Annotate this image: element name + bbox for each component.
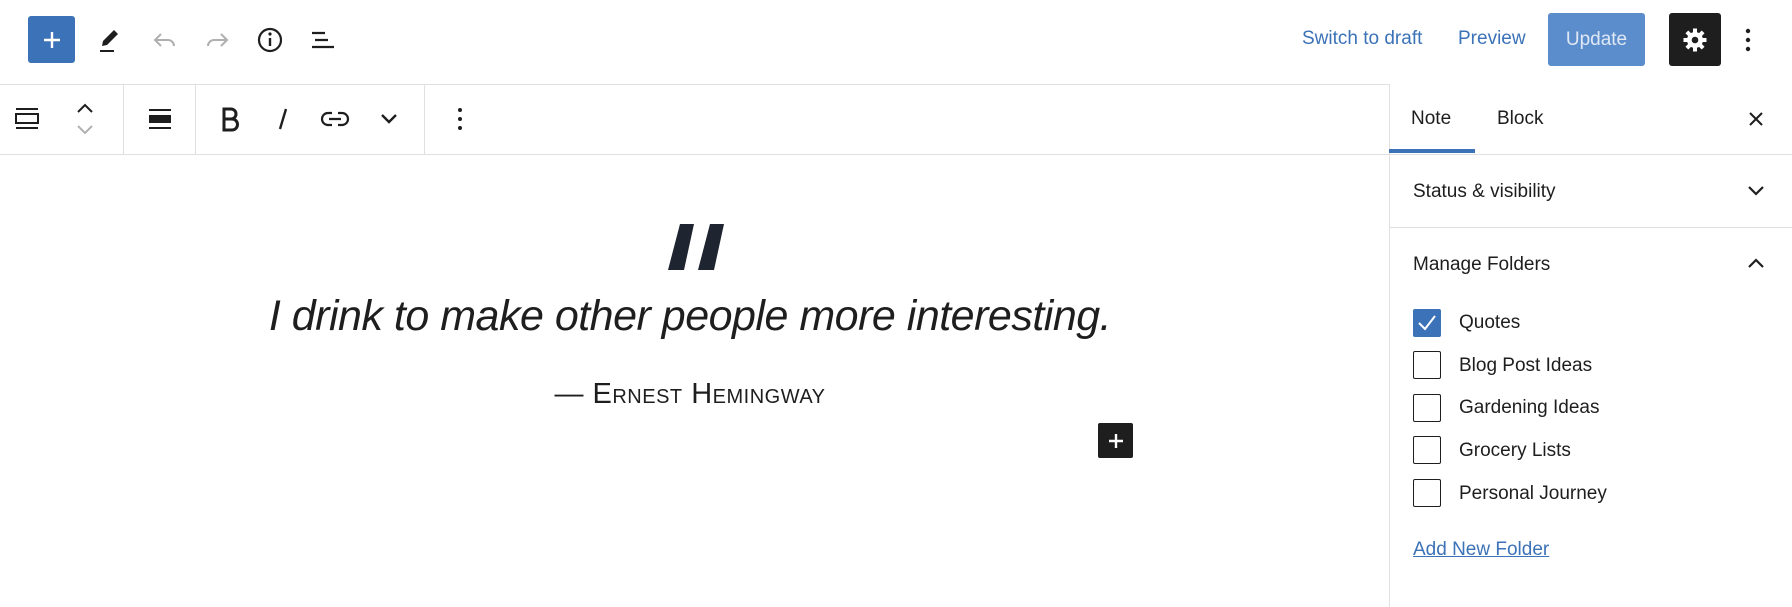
chevron-down-icon[interactable]: [1746, 184, 1766, 203]
close-icon: [1749, 112, 1763, 126]
manage-folders-panel-toggle[interactable]: Manage Folders: [1413, 254, 1550, 276]
tab-note[interactable]: Note: [1411, 108, 1451, 130]
toolbar-divider: [424, 84, 425, 154]
tab-block[interactable]: Block: [1497, 108, 1543, 130]
more-formatting-button[interactable]: [369, 99, 409, 139]
status-visibility-panel-toggle[interactable]: Status & visibility: [1413, 181, 1556, 203]
active-tab-indicator: [1389, 149, 1475, 153]
more-vertical-icon: [458, 108, 462, 130]
bold-button[interactable]: [210, 99, 250, 139]
folder-label-grocery-lists[interactable]: Grocery Lists: [1459, 440, 1571, 462]
plus-icon: [1108, 433, 1123, 448]
redo-icon: [207, 33, 229, 47]
block-toolbar: [0, 84, 1389, 155]
list-view-icon: [312, 31, 334, 49]
block-type-icon: [15, 108, 39, 129]
list-view-button[interactable]: [303, 20, 343, 60]
folder-label-personal-journey[interactable]: Personal Journey: [1459, 483, 1607, 505]
undo-icon: [153, 33, 175, 47]
folder-checkbox-personal-journey[interactable]: [1413, 479, 1441, 507]
link-button[interactable]: [315, 99, 355, 139]
undo-button[interactable]: [145, 20, 185, 60]
quote-text[interactable]: I drink to make other people more intere…: [260, 292, 1120, 341]
plus-icon: [43, 31, 60, 48]
switch-to-draft-button[interactable]: Switch to draft: [1302, 28, 1422, 50]
update-button[interactable]: Update: [1548, 13, 1645, 66]
bold-icon: [222, 107, 239, 132]
italic-button[interactable]: [263, 99, 303, 139]
quote-citation[interactable]: — Ernest Hemingway: [460, 378, 920, 411]
link-icon: [320, 111, 350, 127]
toolbar-divider: [195, 84, 196, 154]
gear-icon: [1683, 28, 1707, 51]
tools-button[interactable]: [90, 20, 130, 60]
folder-label-quotes[interactable]: Quotes: [1459, 312, 1520, 334]
quote-icon: [666, 222, 728, 277]
redo-button[interactable]: [197, 20, 237, 60]
settings-sidebar: [1389, 84, 1792, 607]
more-vertical-icon: [1745, 28, 1751, 52]
block-type-button[interactable]: [7, 98, 47, 138]
folder-checkbox-gardening-ideas[interactable]: [1413, 394, 1441, 422]
align-icon: [149, 109, 171, 129]
align-button[interactable]: [140, 99, 180, 139]
settings-button[interactable]: [1669, 13, 1721, 66]
info-icon: [257, 27, 283, 53]
add-new-folder-link[interactable]: Add New Folder: [1413, 539, 1549, 561]
chevron-down-icon: [381, 114, 397, 124]
close-sidebar-button[interactable]: [1736, 99, 1776, 139]
italic-icon: [278, 108, 288, 130]
inline-add-block-button[interactable]: [1098, 423, 1133, 458]
pencil-icon: [100, 30, 118, 52]
folder-label-blog-post-ideas[interactable]: Blog Post Ideas: [1459, 355, 1592, 377]
move-block-controls: [70, 98, 100, 140]
sidebar-divider: [1389, 154, 1792, 155]
block-options-button[interactable]: [440, 99, 480, 139]
options-menu-button[interactable]: [1728, 20, 1768, 60]
preview-button[interactable]: Preview: [1458, 28, 1526, 50]
folder-checkbox-quotes[interactable]: [1413, 309, 1441, 337]
check-icon: [1418, 315, 1436, 331]
folder-checkbox-grocery-lists[interactable]: [1413, 436, 1441, 464]
sidebar-divider: [1389, 227, 1792, 228]
chevron-up-icon[interactable]: [1746, 256, 1766, 275]
move-up-down-icon[interactable]: [70, 98, 100, 140]
folder-label-gardening-ideas[interactable]: Gardening Ideas: [1459, 397, 1600, 419]
details-button[interactable]: [250, 20, 290, 60]
folder-checkbox-blog-post-ideas[interactable]: [1413, 351, 1441, 379]
toolbar-divider: [123, 84, 124, 154]
add-block-button[interactable]: [28, 16, 75, 63]
